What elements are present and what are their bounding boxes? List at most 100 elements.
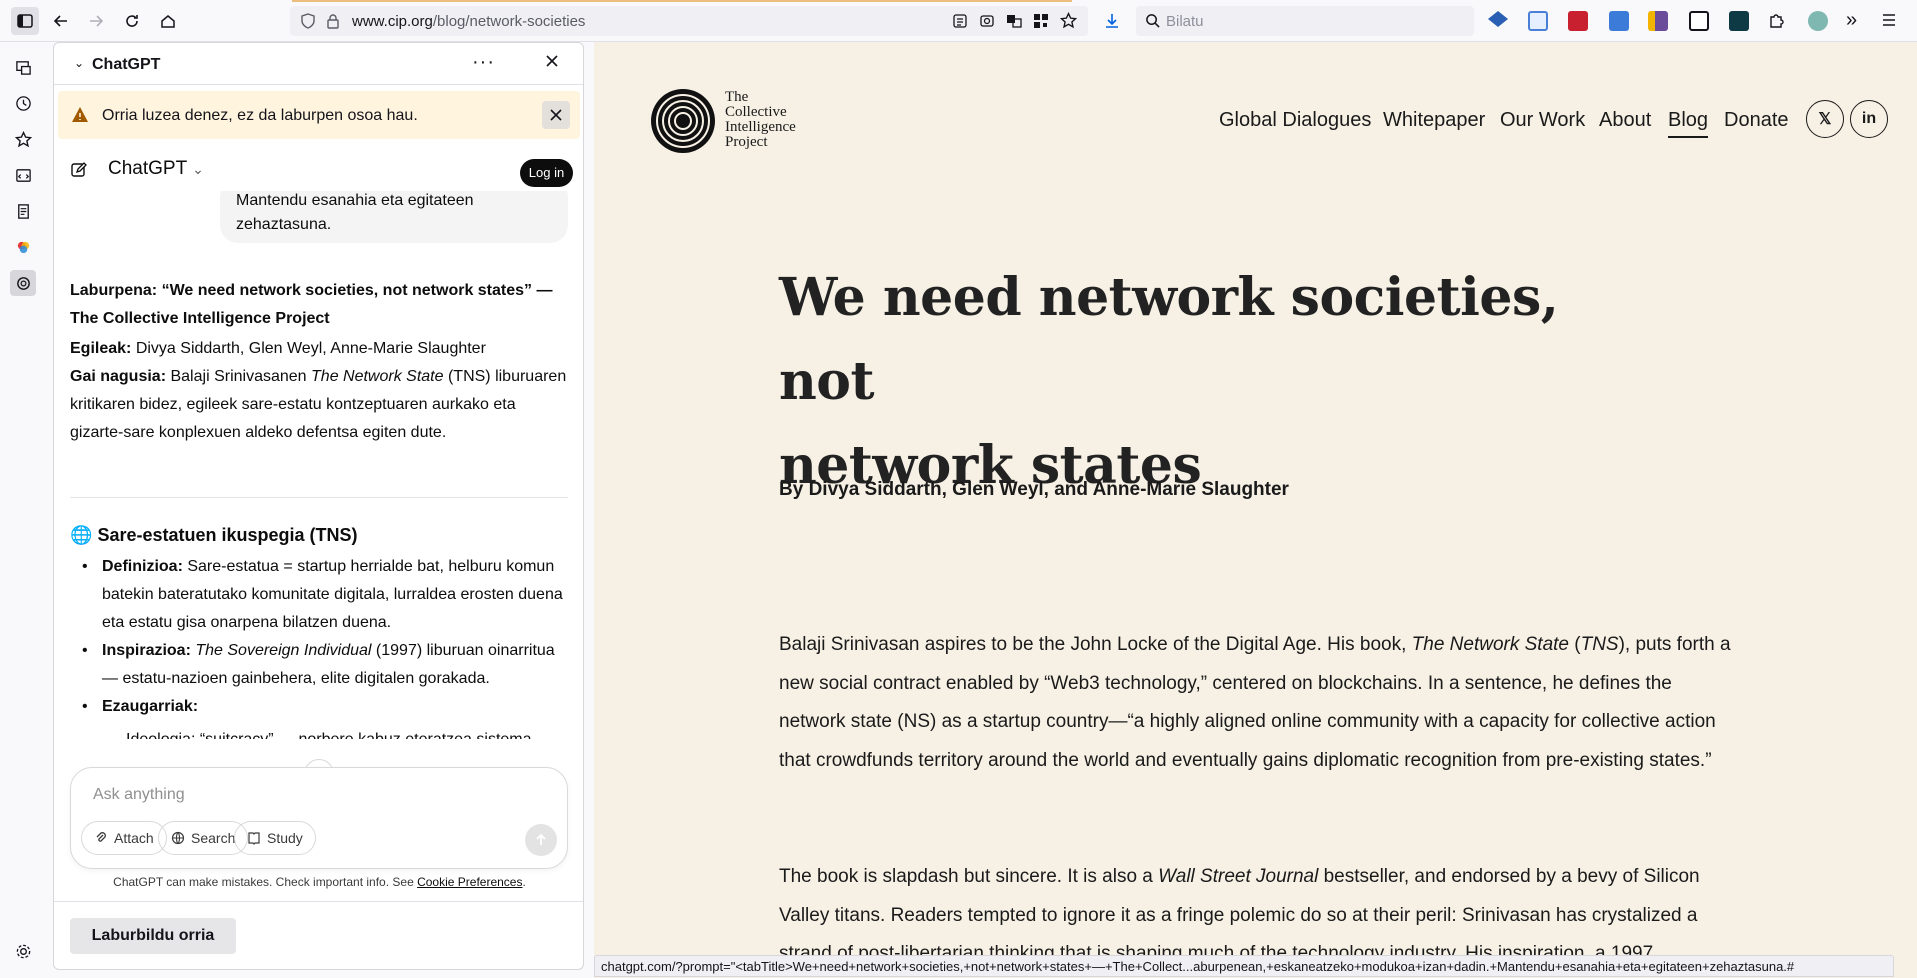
extension-dark-icon[interactable]: [1729, 11, 1749, 31]
synced-tabs-icon[interactable]: [10, 54, 36, 80]
extension-translate-icon[interactable]: [1609, 11, 1629, 31]
logo-line: Project: [725, 134, 768, 150]
url-bar[interactable]: www.cip.org/blog/network-societies: [290, 6, 1088, 36]
list-item: Definizioa: Sare-estatua = startup herri…: [70, 553, 568, 637]
attach-label: Attach: [114, 830, 154, 846]
publication-title: Wall Street Journal: [1158, 866, 1319, 887]
extension-books-icon[interactable]: [1648, 11, 1668, 31]
history-icon[interactable]: [10, 90, 36, 116]
globe-icon: 🌐: [70, 525, 93, 545]
search-bar[interactable]: Bilatu: [1136, 6, 1474, 36]
search-icon: [1145, 13, 1160, 31]
home-icon[interactable]: [154, 7, 182, 35]
extension-round-icon[interactable]: [1808, 11, 1828, 31]
disclaimer: ChatGPT can make mistakes. Check importa…: [113, 875, 526, 889]
more-options-icon[interactable]: ···: [472, 51, 495, 74]
nav-donate[interactable]: Donate: [1724, 109, 1789, 132]
list-item: Ezaugarriak: Ideologia: “suitcracy” — no…: [70, 693, 568, 739]
chatgpt-icon[interactable]: [10, 270, 36, 296]
summarize-page-button[interactable]: Laburbildu orria: [70, 918, 236, 954]
lock-icon[interactable]: [325, 13, 341, 32]
translate-icon[interactable]: [1006, 13, 1022, 32]
article-paragraph: Balaji Srinivasan aspires to be the John…: [779, 626, 1739, 780]
downloads-icon[interactable]: [1103, 12, 1121, 33]
nav-about[interactable]: About: [1599, 109, 1651, 132]
section-heading: 🌐 Sare-estatuen ikuspegia (TNS): [70, 521, 568, 549]
cip-logo-icon[interactable]: [650, 88, 716, 154]
bookmark-star-icon[interactable]: [1059, 11, 1078, 32]
para-text: The book is slapdash but sincere. It is …: [779, 866, 1153, 887]
list-item: Inspirazioa: The Sovereign Individual (1…: [70, 637, 568, 693]
url-text[interactable]: www.cip.org/blog/network-societies: [352, 13, 585, 30]
screenshot-icon[interactable]: [979, 13, 995, 32]
forward-icon[interactable]: [82, 7, 110, 35]
model-name: ChatGPT: [108, 158, 187, 179]
url-host: www.cip.org: [352, 13, 433, 30]
chat-composer[interactable]: Ask anything Attach Search Study: [70, 767, 568, 869]
extension-pdf-icon[interactable]: [1568, 11, 1588, 31]
study-label: Study: [267, 830, 303, 846]
bullet-label: Inspirazioa:: [102, 642, 191, 659]
title-line: We need network societies, not: [779, 267, 1559, 412]
extension-document-icon[interactable]: [1528, 11, 1548, 31]
article-byline: By Divya Siddarth, Glen Weyl, and Anne-M…: [779, 479, 1289, 500]
multicolor-extension-icon[interactable]: [10, 234, 36, 260]
x-twitter-icon[interactable]: 𝕏: [1806, 100, 1844, 138]
new-chat-icon[interactable]: [70, 161, 88, 182]
model-selector[interactable]: ChatGPT ⌄: [108, 158, 204, 180]
study-button[interactable]: Study: [234, 821, 316, 855]
reader-view-icon[interactable]: [952, 13, 968, 32]
page-load-progress: [292, 0, 1072, 2]
chevron-down-icon[interactable]: ⌄: [74, 56, 84, 70]
panel-header: ⌄ ChatGPT ···: [54, 43, 583, 85]
settings-gear-icon[interactable]: [10, 938, 36, 964]
logo-wordmark[interactable]: The Collective Intelligence Project: [725, 90, 796, 150]
bullet-list: Definizioa: Sare-estatua = startup herri…: [70, 553, 568, 739]
nav-global-dialogues[interactable]: Global Dialogues: [1219, 109, 1371, 132]
chat-messages[interactable]: Mantendu esanahia eta egitateen zehaztas…: [54, 191, 583, 821]
topic-label: Gai nagusia:: [70, 368, 167, 385]
warning-text: Orria luzea denez, ez da laburpen osoa h…: [102, 107, 418, 124]
back-icon[interactable]: [47, 7, 75, 35]
overflow-chevron-icon[interactable]: »: [1846, 9, 1857, 32]
url-path: /blog/network-societies: [432, 13, 586, 30]
vertical-sidebar: [0, 42, 44, 978]
sidebar-toggle-icon[interactable]: [11, 7, 39, 35]
topic-book: The Network State: [311, 368, 444, 385]
status-bar-url: chatgpt.com/?prompt="<tabTitle>We+need+n…: [594, 955, 1894, 977]
bookmarks-star-icon[interactable]: [10, 126, 36, 152]
extension-robot-icon[interactable]: [1689, 11, 1709, 31]
topic-pre: Balaji Srinivasanen: [170, 368, 307, 385]
search-placeholder: Bilatu: [1166, 13, 1204, 30]
send-button[interactable]: [525, 824, 557, 856]
summary-meta: Egileak: Divya Siddarth, Glen Weyl, Anne…: [70, 335, 568, 447]
nav-whitepaper[interactable]: Whitepaper: [1383, 109, 1485, 132]
dev-tools-icon[interactable]: [10, 162, 36, 188]
section-title: Sare-estatuen ikuspegia (TNS): [97, 525, 358, 545]
extensions-puzzle-icon[interactable]: [1768, 11, 1786, 32]
chevron-down-icon: ⌄: [192, 161, 204, 177]
notes-icon[interactable]: [10, 198, 36, 224]
warning-banner: Orria luzea denez, ez da laburpen osoa h…: [58, 91, 580, 139]
close-panel-icon[interactable]: [544, 53, 560, 72]
panel-title[interactable]: ChatGPT: [92, 56, 160, 74]
web-page: The Collective Intelligence Project Glob…: [594, 42, 1917, 978]
linkedin-icon[interactable]: in: [1850, 100, 1888, 138]
nav-our-work[interactable]: Our Work: [1500, 109, 1585, 132]
close-warning-icon[interactable]: [542, 101, 570, 129]
paperclip-icon: [96, 832, 106, 842]
composer-input[interactable]: Ask anything: [93, 786, 185, 804]
arrow-up-icon: [536, 833, 546, 845]
authors-line: Egileak: Divya Siddarth, Glen Weyl, Anne…: [70, 335, 568, 363]
attach-button[interactable]: Attach: [81, 821, 167, 855]
reload-icon[interactable]: [118, 7, 146, 35]
tracking-shield-icon[interactable]: [300, 13, 316, 32]
cookie-preferences-link[interactable]: Cookie Preferences: [417, 875, 522, 889]
nav-blog[interactable]: Blog: [1668, 109, 1709, 138]
login-button[interactable]: Log in: [520, 159, 573, 187]
bullet-book: The Sovereign Individual: [195, 642, 372, 659]
qr-code-icon[interactable]: [1033, 13, 1049, 32]
chatgpt-sidebar-panel: ⌄ ChatGPT ··· Orria luzea denez, ez da l…: [53, 42, 584, 970]
menu-hamburger-icon[interactable]: [1880, 11, 1898, 32]
extension-cap-icon[interactable]: [1488, 11, 1508, 27]
